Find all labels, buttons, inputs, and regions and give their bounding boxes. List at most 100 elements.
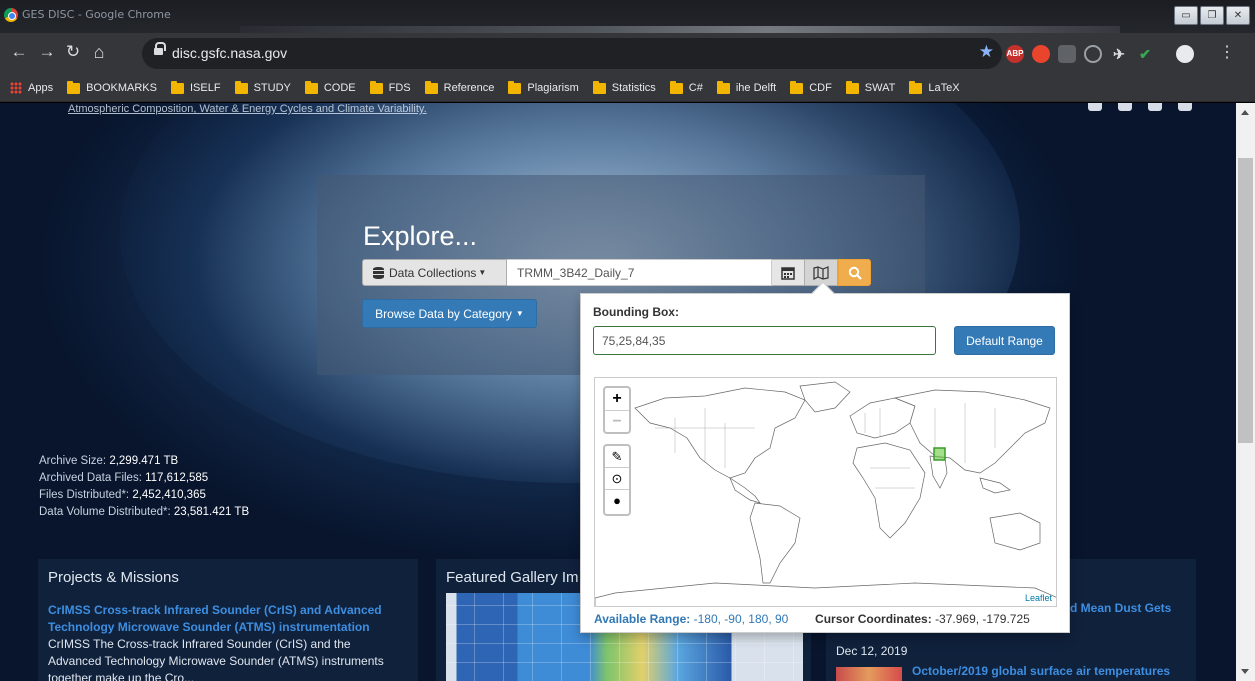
folder-icon	[716, 80, 730, 94]
extension-icon-3[interactable]	[1058, 45, 1076, 63]
search-input[interactable]: TRMM_3B42_Daily_7	[507, 259, 772, 286]
bookmark-folder[interactable]: STUDY	[234, 80, 291, 94]
bookmark-folder[interactable]: BOOKMARKS	[67, 80, 157, 94]
bookmarks-bar: Apps BOOKMARKS ISELF STUDY CODE FDS Refe…	[0, 75, 1255, 102]
bookmark-apps[interactable]: Apps	[28, 82, 53, 94]
calendar-icon	[781, 266, 795, 280]
back-icon[interactable]: ←	[8, 42, 30, 62]
explore-title: Explore...	[363, 221, 478, 251]
menu-icon[interactable]: ⋮	[1216, 42, 1238, 62]
bookmark-folder[interactable]: LaTeX	[909, 80, 960, 94]
close-button[interactable]: ✕	[1226, 6, 1250, 25]
forward-icon[interactable]: →	[36, 42, 58, 62]
zoom-in-button[interactable]: +	[605, 388, 629, 410]
scroll-thumb[interactable]	[1238, 158, 1253, 443]
scroll-down-icon[interactable]	[1241, 669, 1249, 674]
search-button[interactable]	[838, 259, 871, 286]
search-icon	[848, 266, 862, 280]
social-icon[interactable]	[1088, 103, 1102, 111]
search-group: Data Collections ▼ TRMM_3B42_Daily_7	[362, 259, 871, 286]
folder-icon	[170, 80, 184, 94]
zoom-out-button[interactable]: −	[605, 410, 629, 432]
news-date: Dec 12, 2019	[836, 644, 908, 658]
leaflet-attribution[interactable]: Leaflet	[1025, 593, 1052, 603]
folder-icon	[67, 80, 81, 94]
folder-icon	[909, 80, 923, 94]
bookmark-folder[interactable]: CDF	[790, 80, 832, 94]
bookmark-folder[interactable]: Reference	[424, 80, 494, 94]
address-url[interactable]: disc.gsfc.nasa.gov	[172, 45, 287, 61]
top-links[interactable]: Atmospheric Composition, Water & Energy …	[68, 103, 427, 115]
gallery-title: Featured Gallery Im	[446, 569, 579, 586]
bbox-label: Bounding Box:	[593, 305, 679, 319]
reload-icon[interactable]: ↻	[62, 42, 84, 62]
home-icon[interactable]: ⌂	[88, 42, 110, 63]
social-icons	[1088, 103, 1192, 111]
browse-category-button[interactable]: Browse Data by Category ▼	[362, 299, 537, 328]
news-link[interactable]: October/2019 global surface air temperat…	[912, 664, 1170, 678]
projects-title: Projects & Missions	[48, 569, 179, 586]
project-description: CrIMSS The Cross-track Infrared Sounder …	[48, 637, 384, 681]
folder-icon	[369, 80, 383, 94]
profile-avatar[interactable]	[1176, 45, 1194, 63]
point-icon[interactable]: ●	[605, 490, 629, 512]
bookmark-folder[interactable]: ihe Delft	[716, 80, 776, 94]
adblock-icon[interactable]: ABP	[1006, 45, 1024, 63]
data-collections-dropdown[interactable]: Data Collections ▼	[362, 259, 507, 286]
bookmark-folder[interactable]: FDS	[369, 80, 411, 94]
bounding-box-popover: Bounding Box: 75,25,84,35 Default Range	[580, 281, 1070, 633]
projects-panel: Projects & Missions CrIMSS Cross-track I…	[38, 559, 418, 681]
apps-icon[interactable]	[10, 82, 22, 94]
news-link[interactable]: d Mean Dust Gets	[1070, 601, 1171, 615]
folder-icon	[845, 80, 859, 94]
project-link[interactable]: CrIMSS Cross-track Infrared Sounder (CrI…	[48, 602, 408, 636]
page-scrollbar[interactable]	[1236, 103, 1255, 681]
zoom-control: + −	[603, 386, 631, 434]
bbox-highlight	[933, 447, 946, 461]
database-icon	[373, 266, 384, 279]
extension-icon-4[interactable]	[1084, 45, 1102, 63]
cursor-coordinates-label: Cursor Coordinates:	[815, 612, 932, 626]
social-icon[interactable]	[1178, 103, 1192, 111]
bbox-input[interactable]: 75,25,84,35	[593, 326, 936, 355]
window-title: GES DISC - Google Chrome	[22, 8, 171, 21]
world-map[interactable]: + − ✎ ⊙ ● Leaflet	[594, 377, 1057, 607]
maximize-button[interactable]: ❐	[1200, 6, 1224, 25]
caret-down-icon: ▼	[515, 309, 524, 318]
scroll-up-icon[interactable]	[1241, 110, 1249, 115]
cursor-coordinates-value: -37.969, -179.725	[935, 612, 1030, 626]
social-icon[interactable]	[1118, 103, 1132, 111]
social-icon[interactable]	[1148, 103, 1162, 111]
bookmark-folder[interactable]: Statistics	[592, 80, 656, 94]
folder-icon	[424, 80, 438, 94]
folder-icon	[508, 80, 522, 94]
bookmark-folder[interactable]: ISELF	[170, 80, 221, 94]
archive-stats: Archive Size: 2,299.471 TB Archived Data…	[39, 455, 250, 518]
lock-icon	[154, 42, 166, 57]
news-thumbnail[interactable]	[836, 667, 902, 681]
address-bar[interactable]: disc.gsfc.nasa.gov ★	[142, 38, 1002, 69]
world-map-svg	[595, 381, 1056, 606]
edit-icon[interactable]: ✎	[605, 446, 629, 468]
bookmark-folder[interactable]: SWAT	[845, 80, 895, 94]
folder-icon	[304, 80, 318, 94]
available-range-label: Available Range:	[594, 612, 691, 626]
chrome-icon	[4, 8, 18, 22]
bookmark-star-icon[interactable]: ★	[979, 42, 994, 62]
page-content: Atmospheric Composition, Water & Energy …	[0, 103, 1236, 681]
bookmark-folder[interactable]: C#	[669, 80, 703, 94]
bookmark-folder[interactable]: Plagiarism	[508, 80, 579, 94]
window-titlebar: GES DISC - Google Chrome ▭ ❐ ✕	[0, 0, 1255, 33]
available-range-value: -180, -90, 180, 90	[693, 612, 789, 626]
calendar-button[interactable]	[772, 259, 805, 286]
range-info: Available Range: -180, -90, 180, 90 Curs…	[594, 612, 1064, 626]
map-icon	[813, 265, 829, 280]
minimize-button[interactable]: ▭	[1174, 6, 1198, 25]
draw-control: ✎ ⊙ ●	[603, 444, 631, 516]
extension-icon-6[interactable]: ✔	[1136, 45, 1154, 63]
default-range-button[interactable]: Default Range	[954, 326, 1055, 355]
bookmark-folder[interactable]: CODE	[304, 80, 356, 94]
extension-icon-5[interactable]: ✈	[1110, 45, 1128, 63]
extension-icon-2[interactable]	[1032, 45, 1050, 63]
target-icon[interactable]: ⊙	[605, 468, 629, 490]
